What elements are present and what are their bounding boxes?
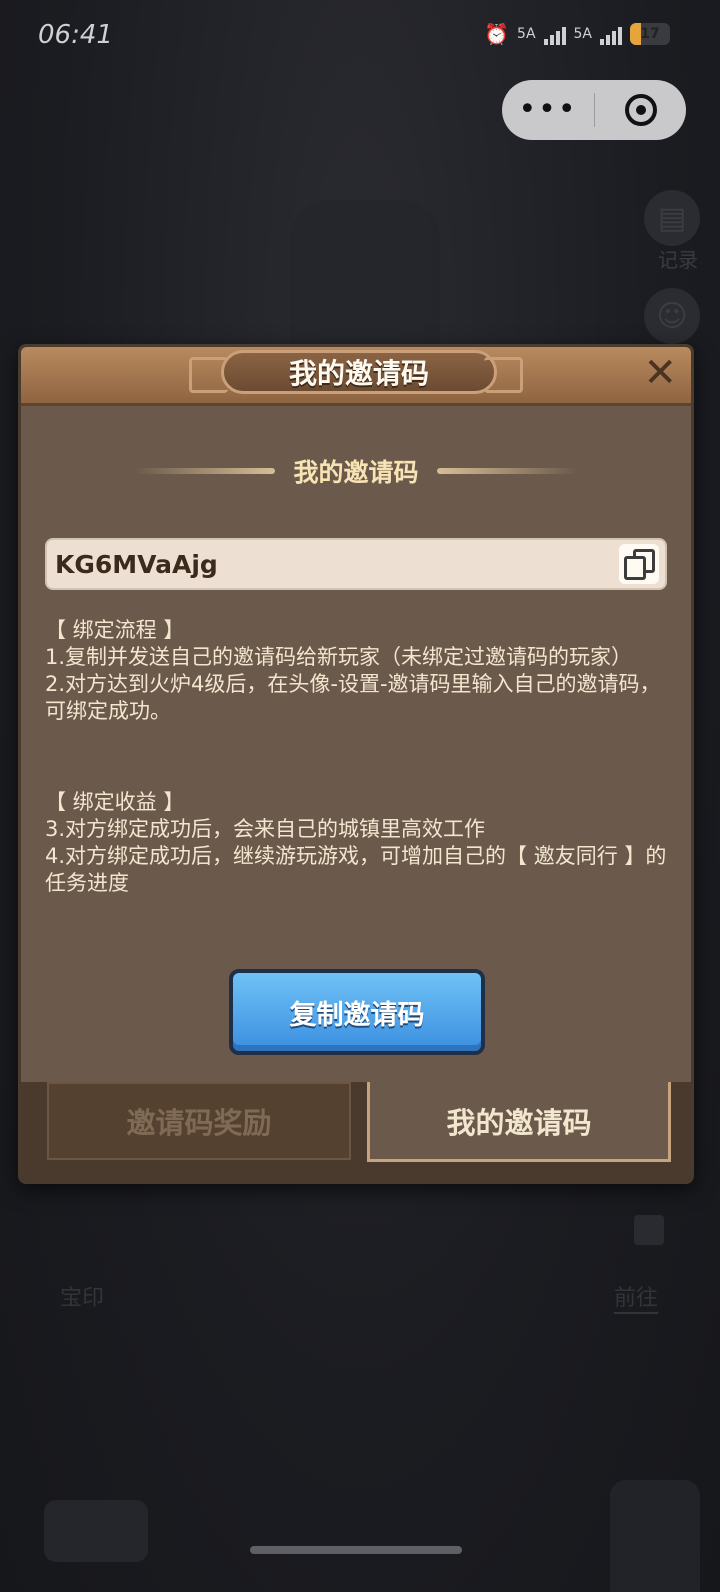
copy-invite-code-label: 复制邀请码 [289, 999, 425, 1031]
home-indicator[interactable] [250, 1546, 462, 1554]
rules-heading-bind-benefit: 【 绑定收益 】 [45, 790, 185, 814]
copy-icon[interactable] [619, 544, 659, 584]
more-dots-icon[interactable]: ••• [502, 80, 594, 140]
copy-invite-code-button[interactable]: 复制邀请码 [229, 969, 485, 1055]
invite-code-field: KG6MVaAjg [45, 538, 667, 590]
status-time: 06:41 [38, 20, 113, 50]
decor-line-right [436, 468, 577, 474]
signal-icon-2 [600, 23, 622, 45]
rules-line-4: 4.对方绑定成功后，继续游玩游戏，可增加自己的【 邀友同行 】的任务进度 [45, 844, 667, 895]
decor-line-left [135, 468, 276, 474]
rules-text: 【 绑定流程 】 1.复制并发送自己的邀请码给新玩家（未绑定过邀请码的玩家） 2… [45, 617, 675, 897]
dialog-title: 我的邀请码 [288, 357, 429, 390]
section-title-row: 我的邀请码 [21, 451, 691, 491]
rules-line-1: 1.复制并发送自己的邀请码给新玩家（未绑定过邀请码的玩家） [45, 645, 633, 669]
miniprogram-capsule: ••• [502, 80, 686, 140]
status-bar: 06:41 ⏰ 5A 5A 17 [0, 0, 720, 70]
alarm-icon: ⏰ [484, 22, 510, 46]
signal-label-1: 5A [517, 26, 536, 42]
target-close-icon[interactable] [595, 94, 686, 126]
tab-invite-rewards-label: 邀请码奖励 [126, 1106, 272, 1140]
tab-invite-rewards[interactable]: 邀请码奖励 [47, 1082, 351, 1160]
section-title: 我的邀请码 [293, 458, 419, 487]
title-plate: 我的邀请码 [221, 350, 497, 394]
battery-icon: 17 [630, 23, 670, 45]
tab-my-invite-code[interactable]: 我的邀请码 [367, 1082, 671, 1162]
record-icon: ▤ [644, 190, 700, 246]
close-icon[interactable]: ✕ [643, 351, 677, 395]
signal-icon [543, 23, 566, 45]
rules-heading-bind-process: 【 绑定流程 】 [45, 618, 185, 642]
signal-label-2: 5A [573, 26, 592, 42]
seal-label: 宝印 [60, 1286, 105, 1311]
record-label: 记录 [658, 248, 698, 272]
invite-code-value: KG6MVaAjg [55, 549, 218, 579]
dialog-header: 我的邀请码 ✕ [21, 347, 691, 406]
background-character [290, 200, 440, 350]
background-button-left [44, 1500, 148, 1562]
goto-link: 前往 [613, 1280, 658, 1314]
header-ornament-right [484, 357, 523, 393]
invite-code-dialog: 我的邀请码 ✕ 我的邀请码 KG6MVaAjg 【 绑定流程 】 1.复制并发送… [18, 344, 694, 1184]
avatar-icon: ☺ [644, 288, 700, 344]
status-icons: ⏰ 5A 5A 17 [484, 22, 670, 46]
battery-level: 17 [640, 26, 660, 42]
rules-line-3: 3.对方绑定成功后，会来自己的城镇里高效工作 [45, 817, 486, 841]
edit-icon [634, 1215, 664, 1245]
tab-strip: 邀请码奖励 我的邀请码 [21, 1082, 691, 1182]
tab-my-invite-code-label: 我的邀请码 [446, 1105, 592, 1140]
rules-line-2: 2.对方达到火炉4级后，在头像-设置-邀请码里输入自己的邀请码，可绑定成功。 [45, 672, 661, 723]
background-button-right [610, 1480, 700, 1592]
